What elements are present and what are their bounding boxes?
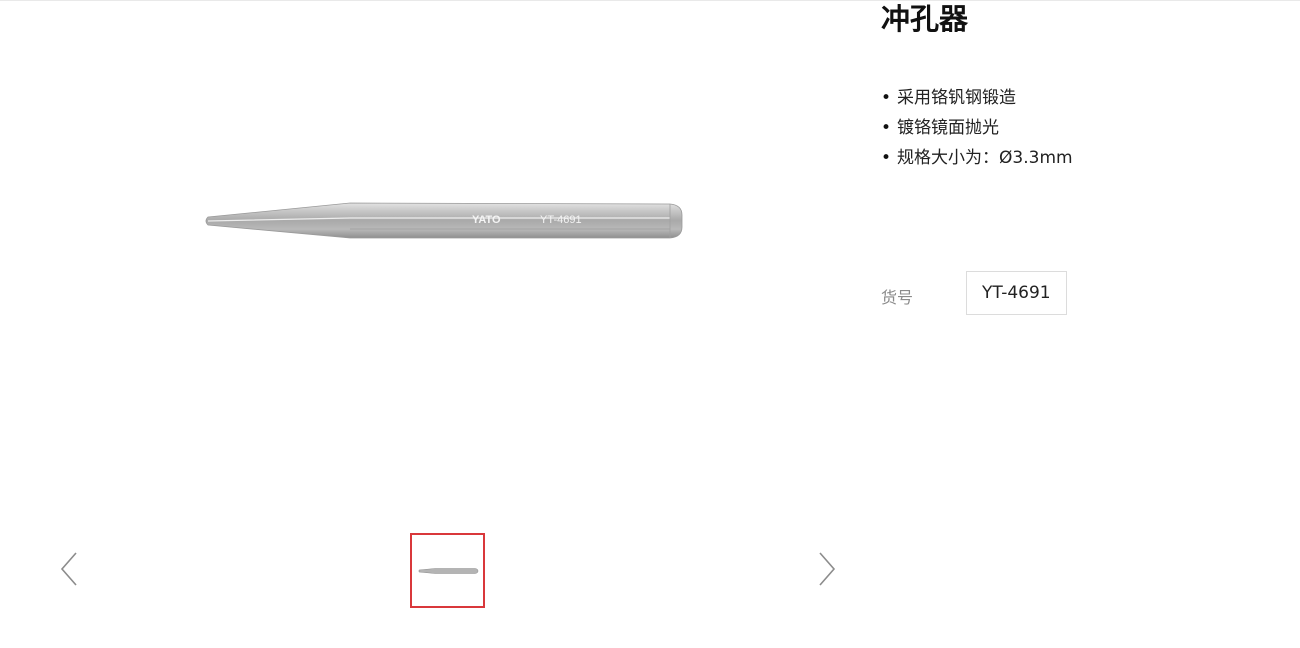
chevron-left-icon xyxy=(60,552,77,586)
gallery-next-button[interactable] xyxy=(814,549,838,589)
sku-row: 货号 YT-4691 xyxy=(881,271,1067,315)
punch-tool-image: YATO YT-4691 xyxy=(205,202,683,239)
feature-list: 采用铬钒钢锻造 镀铬镜面抛光 规格大小为：Ø3.3mm xyxy=(881,83,1073,173)
product-gallery: YATO YT-4691 xyxy=(0,1,860,648)
product-detail-page: YATO YT-4691 冲孔器 采用铬钒钢锻造 镀铬镜 xyxy=(0,0,1300,648)
thumbnail-punch-image xyxy=(418,567,478,574)
chevron-right-icon xyxy=(819,552,836,586)
feature-item: 镀铬镜面抛光 xyxy=(881,113,1073,143)
product-title: 冲孔器 xyxy=(881,2,969,36)
sku-label: 货号 xyxy=(881,288,914,307)
main-product-image: YATO YT-4691 xyxy=(200,191,690,251)
gallery-prev-button[interactable] xyxy=(58,549,82,589)
sku-option[interactable]: YT-4691 xyxy=(966,271,1067,315)
engraving-brand: YATO xyxy=(472,214,501,226)
thumbnail-selected[interactable] xyxy=(410,533,485,608)
thumbnail-strip xyxy=(410,533,485,608)
engraving-code: YT-4691 xyxy=(540,214,582,226)
feature-item: 采用铬钒钢锻造 xyxy=(881,83,1073,113)
feature-item: 规格大小为：Ø3.3mm xyxy=(881,143,1073,173)
